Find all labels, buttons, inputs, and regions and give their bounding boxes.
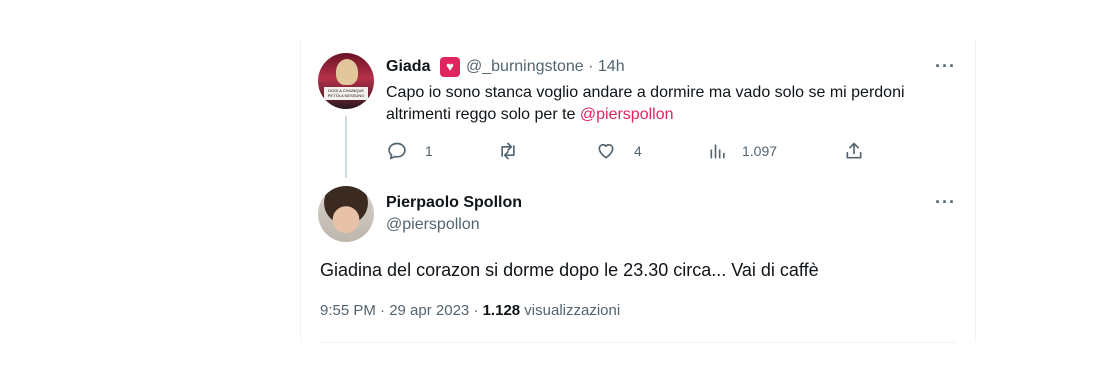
thread-line — [345, 116, 347, 178]
avatar-caption: OGGI A CHIUNQUE PETTA A NESSUNO — [324, 87, 368, 100]
views-label: visualizzazioni — [520, 302, 621, 319]
views-number: 1.128 — [482, 302, 521, 319]
heart-badge-icon: ♥ — [440, 57, 460, 77]
author-handle[interactable]: @_burningstone · 14h — [466, 58, 625, 76]
mention-link[interactable]: @pierspollon — [580, 106, 674, 123]
retweet-button[interactable] — [497, 140, 537, 162]
retweet-icon — [501, 142, 515, 160]
divider — [320, 342, 956, 343]
author-name[interactable]: Giada — [386, 58, 430, 76]
tweet-text: Capo io sono stanca voglio andare a dorm… — [386, 82, 961, 126]
more-icon[interactable]: ··· — [935, 192, 956, 213]
reply-icon — [388, 142, 406, 160]
author-handle-text[interactable]: @_burningstone — [466, 58, 584, 75]
tweet-text-line1: Capo io sono stanca voglio andare a dorm… — [386, 84, 905, 101]
like-button[interactable]: 4 — [596, 140, 642, 162]
author-name[interactable]: Pierpaolo Spollon — [386, 194, 522, 212]
views-button[interactable]: 1.097 — [708, 140, 777, 162]
avatar[interactable]: OGGI A CHIUNQUE PETTA A NESSUNO — [318, 53, 374, 109]
tweet-text-line2-prefix: altrimenti reggo solo per te — [386, 106, 580, 123]
analytics-icon — [710, 144, 725, 159]
avatar-hair — [336, 59, 358, 85]
separator-dot: · — [588, 58, 594, 75]
more-icon[interactable]: ··· — [935, 56, 956, 77]
reply-text: Giadina del corazon si dorme dopo le 23.… — [320, 260, 819, 280]
author-handle[interactable]: @pierspollon — [386, 216, 480, 234]
avatar[interactable] — [318, 186, 374, 242]
tweet-meta: 9:55 PM · 29 apr 2023 · 1.128 visualizza… — [320, 302, 620, 319]
reply-button[interactable]: 1 — [387, 140, 433, 162]
tweet-time[interactable]: 14h — [598, 58, 625, 75]
like-count: 4 — [634, 143, 642, 159]
views-count: 1.097 — [742, 143, 778, 159]
tweet-text-line2: altrimenti reggo solo per te @pierspollo… — [386, 104, 961, 126]
reply-count: 1 — [425, 143, 433, 159]
heart-icon — [598, 143, 614, 159]
share-button[interactable] — [844, 140, 864, 162]
share-icon — [846, 142, 862, 159]
timestamp[interactable]: 9:55 PM · 29 apr 2023 · — [320, 302, 483, 319]
